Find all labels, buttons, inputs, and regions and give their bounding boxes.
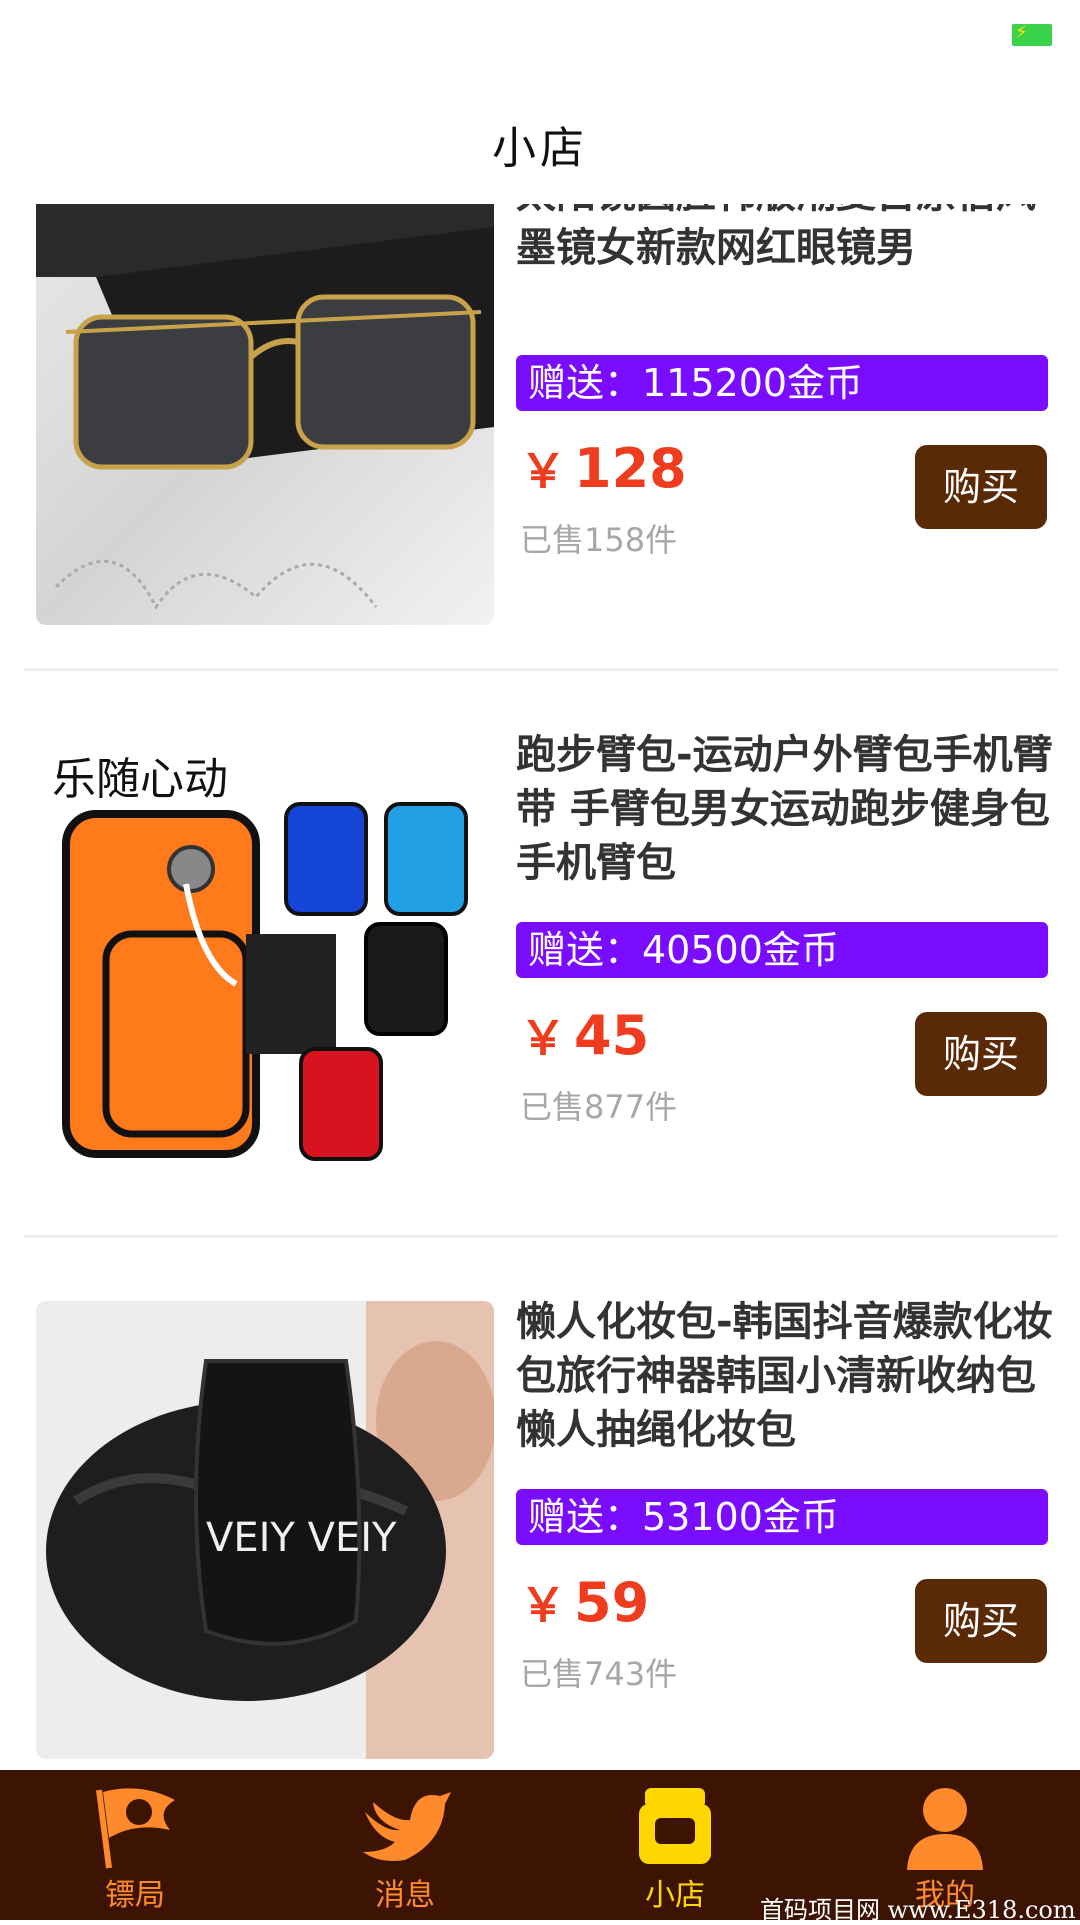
product-title[interactable]: 太阳镜圆脸韩版潮复古原宿风墨镜女新款网红眼镜男 [516, 204, 1056, 275]
product-item[interactable]: 太阳镜圆脸韩版潮复古原宿风墨镜女新款网红眼镜男 赠送：115200金币 ￥128… [0, 204, 1080, 684]
product-price: ￥ 45 [520, 1002, 649, 1068]
cosmetic-bag-photo-text: VEIY VEIY [206, 1515, 397, 1561]
currency-symbol: ￥ [520, 1011, 566, 1065]
product-price: ￥ 59 [520, 1569, 649, 1635]
status-bar [0, 0, 1080, 70]
product-list[interactable]: 太阳镜圆脸韩版潮复古原宿风墨镜女新款网红眼镜男 赠送：115200金币 ￥128… [0, 204, 1080, 1770]
sold-count: 已售877件 [520, 1088, 678, 1126]
price-value: 128 [574, 437, 687, 500]
divider [24, 1235, 1058, 1238]
buy-button[interactable]: 购买 [915, 1579, 1047, 1663]
tab-biaoju[interactable]: 镖局 [0, 1770, 270, 1920]
shop-icon [639, 1788, 711, 1864]
sold-count: 已售743件 [520, 1655, 678, 1693]
product-price: ￥ 128 [520, 435, 687, 501]
sold-count: 已售158件 [520, 521, 678, 559]
buy-button[interactable]: 购买 [915, 1012, 1047, 1096]
tab-messages[interactable]: 消息 [270, 1770, 540, 1920]
product-title[interactable]: 跑步臂包-运动户外臂包手机臂带 手臂包男女运动跑步健身包手机臂包 [516, 728, 1056, 890]
product-item[interactable]: VEIY VEIY 懒人化妆包-韩国抖音爆款化妆包旅行神器韩国小清新收纳包懒人抽… [0, 1251, 1080, 1770]
user-icon [907, 1788, 983, 1870]
gift-coins-badge: 赠送：53100金币 [516, 1489, 1048, 1545]
armband-photo[interactable]: 乐随心动 [36, 734, 494, 1192]
price-value: 45 [574, 1004, 650, 1067]
flag-icon [96, 1788, 175, 1869]
divider [24, 668, 1058, 671]
gift-coins-badge: 赠送：40500金币 [516, 922, 1048, 978]
gift-coins-badge: 赠送：115200金币 [516, 355, 1048, 411]
product-item[interactable]: 乐随心动 跑步臂包-运动户外臂包手机臂带 手臂包男女运动跑步健身包手机臂包 赠送… [0, 684, 1080, 1251]
armband-photo-text: 乐随心动 [52, 754, 228, 805]
header: 小店 [0, 70, 1080, 204]
battery-charging-icon [1012, 22, 1052, 46]
price-value: 59 [574, 1571, 650, 1634]
cosmetic-bag-photo[interactable]: VEIY VEIY [36, 1301, 494, 1759]
buy-button[interactable]: 购买 [915, 445, 1047, 529]
currency-symbol: ￥ [520, 1578, 566, 1632]
sunglasses-photo[interactable] [36, 204, 494, 625]
tab-label: 镖局 [105, 1878, 165, 1913]
currency-symbol: ￥ [520, 444, 566, 498]
product-title[interactable]: 懒人化妆包-韩国抖音爆款化妆包旅行神器韩国小清新收纳包懒人抽绳化妆包 [516, 1295, 1056, 1457]
page-title: 小店 [492, 123, 588, 174]
bird-icon [363, 1792, 451, 1861]
tab-label: 消息 [375, 1878, 435, 1913]
